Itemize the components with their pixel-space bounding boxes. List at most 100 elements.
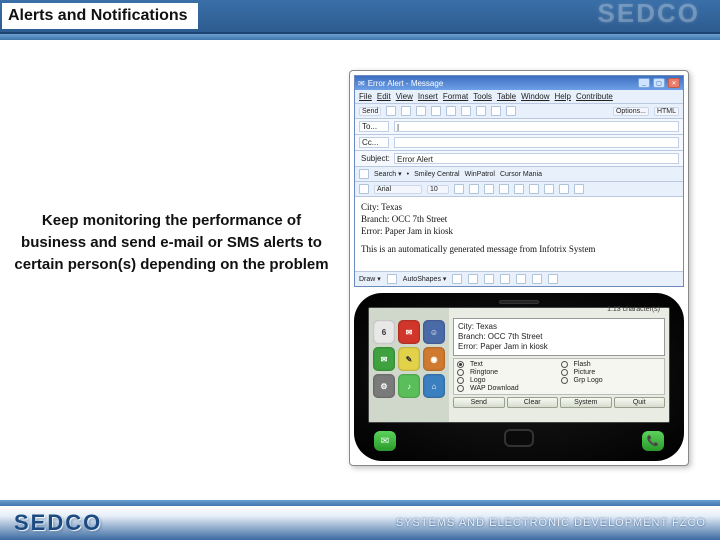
app-icon-settings[interactable]: ⚙ (373, 374, 395, 398)
menu-table[interactable]: Table (497, 92, 516, 101)
app-icon-mail[interactable]: ✉ (398, 320, 420, 344)
pointer-icon[interactable] (387, 274, 397, 284)
cc-field[interactable] (394, 137, 679, 148)
close-button[interactable]: ✕ (668, 78, 680, 88)
menu-format[interactable]: Format (443, 92, 468, 101)
menu-view[interactable]: View (396, 92, 413, 101)
menu-contribute[interactable]: Contribute (576, 92, 613, 101)
footer-logo: SEDCO (14, 510, 102, 536)
figure-panel: ✉ Error Alert - Message _ ▢ ✕ File Edit … (349, 70, 689, 466)
phone-home-button[interactable] (504, 429, 534, 447)
app-icon-camera[interactable]: ◉ (423, 347, 445, 371)
app-icon-web[interactable]: ⌂ (423, 374, 445, 398)
cursor-link[interactable]: Cursor Mania (500, 171, 542, 178)
app-icon-calendar[interactable]: 6 (373, 320, 395, 344)
options-button[interactable]: Options... (613, 107, 649, 116)
app-icon-sms[interactable]: ✉ (373, 347, 395, 371)
save-icon[interactable] (386, 106, 396, 116)
content-area: Keep monitoring the performance of busin… (0, 40, 720, 476)
menu-help[interactable]: Help (555, 92, 571, 101)
send-button[interactable]: Send (359, 107, 381, 116)
menu-file[interactable]: File (359, 92, 372, 101)
textbox-icon[interactable] (516, 274, 526, 284)
bullets-icon[interactable] (559, 184, 569, 194)
rect-icon[interactable] (484, 274, 494, 284)
cut-icon[interactable] (416, 106, 426, 116)
email-draw-toolbar: Draw ▾ AutoShapes ▾ (355, 271, 683, 286)
slide-tagline: Keep monitoring the performance of busin… (14, 210, 329, 275)
softkey-system[interactable]: System (560, 397, 612, 408)
linecolor-icon[interactable] (548, 274, 558, 284)
radio-text[interactable] (457, 361, 464, 368)
maximize-button[interactable]: ▢ (653, 78, 665, 88)
bold-icon[interactable] (469, 184, 479, 194)
softkey-quit[interactable]: Quit (614, 397, 666, 408)
align-right-icon[interactable] (544, 184, 554, 194)
menu-window[interactable]: Window (521, 92, 549, 101)
arrow-icon[interactable] (468, 274, 478, 284)
radio-wap[interactable] (457, 385, 464, 392)
underline-icon[interactable] (499, 184, 509, 194)
radio-ringtone[interactable] (457, 369, 464, 376)
email-body-note: This is an automatically generated messa… (361, 243, 677, 255)
to-button[interactable]: To... (359, 121, 389, 132)
menu-insert[interactable]: Insert (418, 92, 438, 101)
phone-end-button[interactable]: 📞 (642, 431, 664, 451)
attach2-icon[interactable] (359, 184, 369, 194)
align-left-icon[interactable] (514, 184, 524, 194)
address-book-icon[interactable] (476, 106, 486, 116)
autoshapes-dropdown[interactable]: AutoShapes ▾ (403, 275, 447, 283)
indent-icon[interactable] (574, 184, 584, 194)
footer-tagline: SYSTEMS AND ELECTRONIC DEVELOPMENT FZCO (396, 517, 706, 529)
opt-grplogo: Grp Logo (574, 377, 662, 384)
email-body[interactable]: City: Texas Branch: OCC 7th Street Error… (355, 197, 683, 271)
flag-icon[interactable] (506, 106, 516, 116)
print-icon[interactable] (401, 106, 411, 116)
align-center-icon[interactable] (529, 184, 539, 194)
search-dropdown[interactable]: Search ▾ (374, 170, 402, 178)
app-icon-notes[interactable]: ✎ (398, 347, 420, 371)
cc-button[interactable]: Cc... (359, 137, 389, 148)
format-select[interactable]: HTML (654, 107, 679, 116)
oval-icon[interactable] (500, 274, 510, 284)
menu-edit[interactable]: Edit (377, 92, 391, 101)
paste-icon[interactable] (446, 106, 456, 116)
sms-line3: Error: Paper Jam in kiosk (458, 342, 548, 351)
importance-icon[interactable] (491, 106, 501, 116)
mail-icon: ✉ (358, 79, 365, 88)
radio-logo[interactable] (457, 377, 464, 384)
phone-call-button[interactable]: ✉ (374, 431, 396, 451)
winpatrol-link[interactable]: WinPatrol (465, 171, 495, 178)
attach-icon[interactable] (461, 106, 471, 116)
sms-message-box[interactable]: City: Texas Branch: OCC 7th Street Error… (453, 318, 665, 356)
radio-flash[interactable] (561, 361, 568, 368)
app-icon-contacts[interactable]: ☺ (423, 320, 445, 344)
italic-icon[interactable] (484, 184, 494, 194)
opt-logo: Logo (470, 377, 558, 384)
menu-tools[interactable]: Tools (473, 92, 492, 101)
softkey-send[interactable]: Send (453, 397, 505, 408)
draw-dropdown[interactable]: Draw ▾ (359, 275, 381, 283)
radio-picture[interactable] (561, 369, 568, 376)
font-name-select[interactable]: Arial (374, 185, 422, 194)
font-color-icon[interactable] (454, 184, 464, 194)
smiley-link[interactable]: Smiley Central (414, 171, 460, 178)
radio-grplogo[interactable] (561, 377, 568, 384)
line-icon[interactable] (452, 274, 462, 284)
fill-icon[interactable] (532, 274, 542, 284)
subject-field[interactable]: Error Alert (394, 153, 679, 164)
email-toolbar-send: Send Options... HTML (355, 104, 683, 119)
opt-flash: Flash (574, 361, 662, 368)
email-quickbar: Search ▾ • Smiley Central WinPatrol Curs… (355, 167, 683, 182)
minimize-button[interactable]: _ (638, 78, 650, 88)
copy-icon[interactable] (431, 106, 441, 116)
softkey-clear[interactable]: Clear (507, 397, 559, 408)
home-icon[interactable] (359, 169, 369, 179)
to-row: To... | (355, 119, 683, 135)
phone-app-grid: 6 ✉ ☺ ✉ ✎ ◉ ⚙ ♪ ⌂ (369, 308, 449, 422)
phone-sms-panel: City: Texas Branch: OCC 7th Street Error… (449, 308, 669, 422)
font-size-select[interactable]: 10 (427, 185, 449, 194)
app-icon-music[interactable]: ♪ (398, 374, 420, 398)
to-field[interactable]: | (394, 121, 679, 132)
slide-footer: SEDCO SYSTEMS AND ELECTRONIC DEVELOPMENT… (0, 500, 720, 540)
